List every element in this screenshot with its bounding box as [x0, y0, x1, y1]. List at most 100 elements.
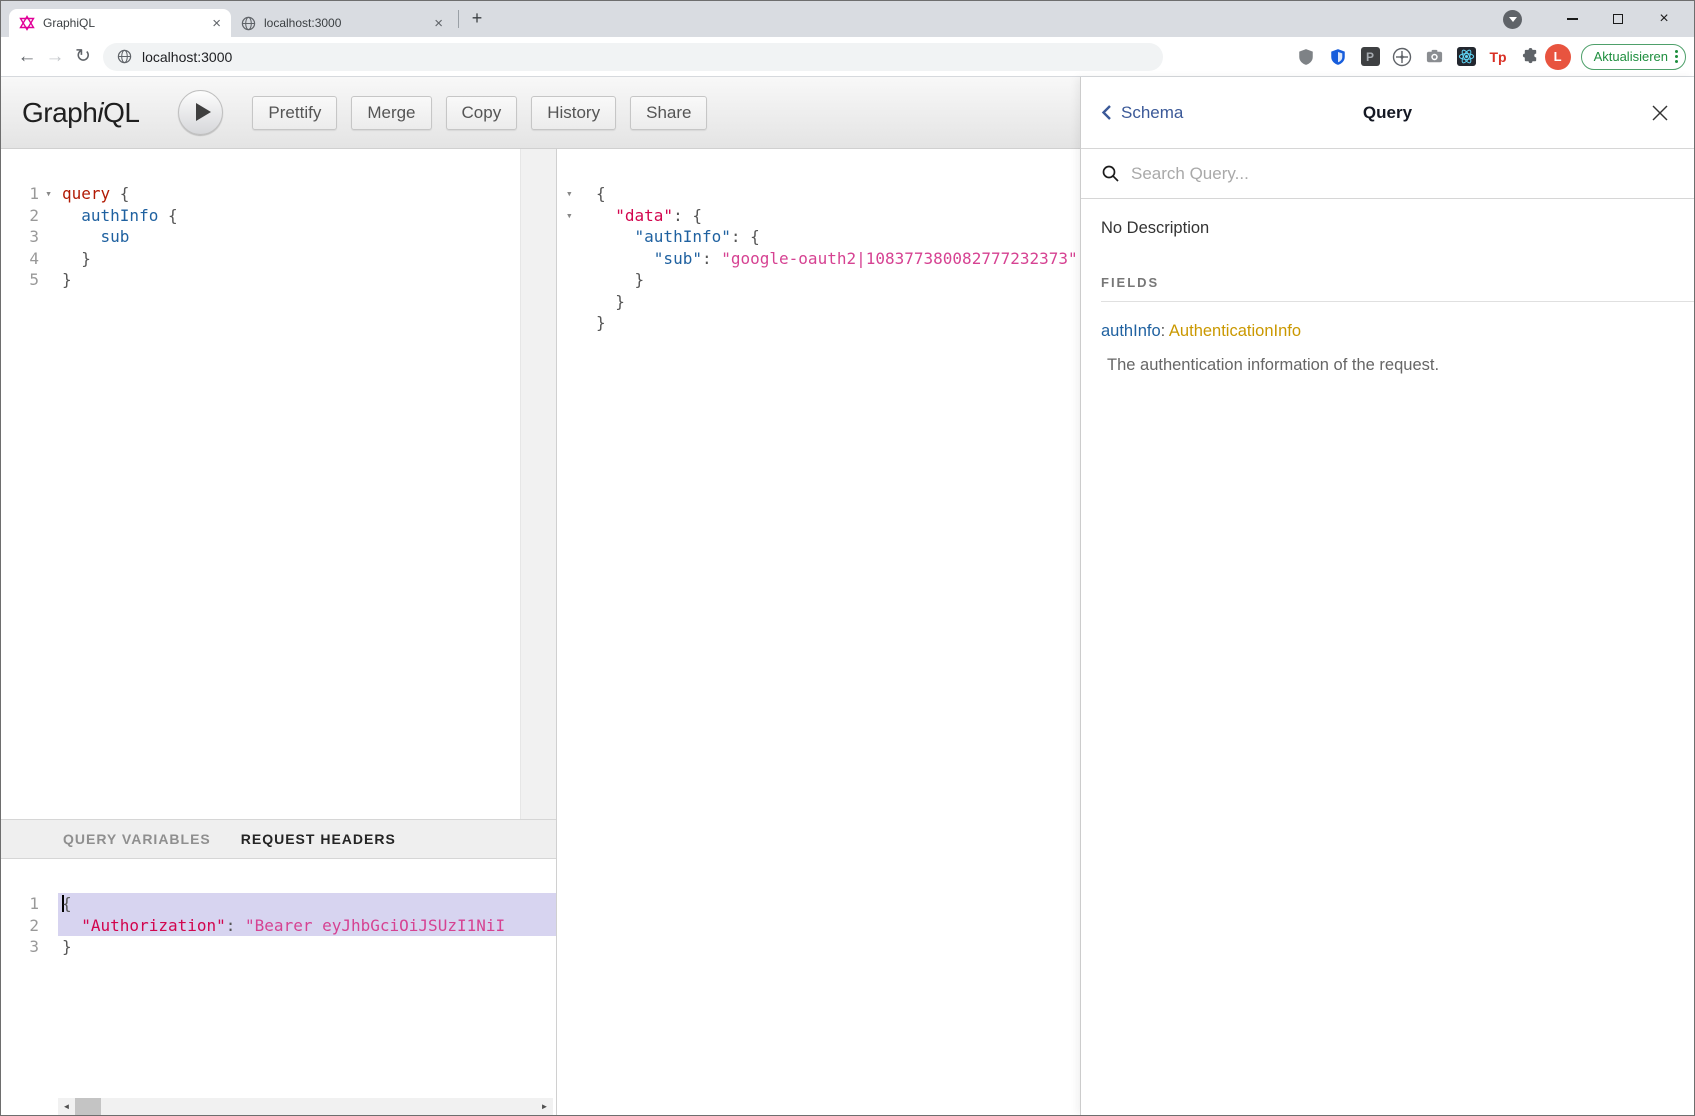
reload-icon[interactable]: ↻: [69, 45, 97, 68]
code-text: "data": {: [592, 205, 1080, 227]
url-text: localhost:3000: [142, 49, 232, 65]
execute-query-button[interactable]: [178, 90, 223, 135]
request-headers-editor[interactable]: 1{2 "Authorization": "Bearer eyJhbGciOiJ…: [1, 859, 556, 1115]
prettify-button[interactable]: Prettify: [252, 96, 337, 130]
line-number: 1: [1, 183, 39, 205]
menu-kebab-icon[interactable]: [1675, 50, 1678, 63]
fold-gutter: [39, 205, 58, 227]
camera-icon[interactable]: [1424, 46, 1445, 67]
tab-request-headers[interactable]: REQUEST HEADERS: [241, 831, 396, 847]
profile-avatar[interactable]: L: [1545, 44, 1571, 70]
browser-window: GraphiQL × localhost:3000 × + × ← → ↻ lo…: [0, 0, 1695, 1116]
query-code[interactable]: 1▾query {2 authInfo {3 sub4 }5}: [1, 149, 556, 291]
new-tab-button[interactable]: +: [464, 6, 490, 32]
scroll-right-icon[interactable]: ►: [536, 1102, 553, 1111]
tab-close-icon[interactable]: ×: [212, 16, 221, 31]
merge-button[interactable]: Merge: [351, 96, 431, 130]
search-icon: [1101, 164, 1120, 183]
line-number: 1: [1, 893, 39, 915]
copy-button[interactable]: Copy: [446, 96, 518, 130]
browser-update-icon[interactable]: [1503, 10, 1522, 29]
graphiql-topbar: GraphiQL Prettify Merge Copy History Sha…: [1, 77, 1080, 149]
fold-gutter: [39, 893, 58, 915]
globe-icon: [241, 16, 256, 31]
graphiql-app: GraphiQL Prettify Merge Copy History Sha…: [1, 77, 1694, 1115]
fold-gutter: [557, 269, 592, 291]
headers-code[interactable]: 1{2 "Authorization": "Bearer eyJhbGciOiJ…: [1, 859, 556, 958]
code-line-4[interactable]: 4 }: [1, 248, 556, 270]
tab-localhost[interactable]: localhost:3000 ×: [231, 9, 453, 37]
doc-search-box: [1081, 149, 1694, 199]
ublock-icon[interactable]: [1296, 46, 1317, 67]
update-browser-button[interactable]: Aktualisieren: [1581, 44, 1686, 70]
play-icon: [196, 103, 211, 121]
code-text: }: [592, 312, 1080, 334]
code-text: "sub": "google-oauth2|108377380082777232…: [592, 248, 1080, 270]
minimize-button[interactable]: [1556, 7, 1588, 31]
forward-icon[interactable]: →: [41, 46, 69, 68]
variable-editor-tabbar: QUERY VARIABLES REQUEST HEADERS: [1, 819, 556, 859]
code-line-1[interactable]: 1{: [1, 893, 556, 915]
fold-gutter: [39, 248, 58, 270]
tampermonkey-icon[interactable]: Tp: [1488, 46, 1509, 67]
pane-divider[interactable]: [520, 149, 556, 819]
share-button[interactable]: Share: [630, 96, 707, 130]
react-devtools-icon[interactable]: [1456, 46, 1477, 67]
doc-search-input[interactable]: [1131, 164, 1674, 184]
code-line-1[interactable]: 1▾query {: [1, 183, 556, 205]
field-description: The authentication information of the re…: [1101, 356, 1674, 375]
code-line-7: }: [557, 312, 1080, 334]
line-number: 2: [1, 915, 39, 937]
p-extension-icon[interactable]: P: [1360, 46, 1381, 67]
fold-toggle-icon[interactable]: ▾: [39, 183, 58, 205]
code-line-2[interactable]: 2 authInfo {: [1, 205, 556, 227]
doc-content: No Description FIELDS authInfo: Authenti…: [1081, 199, 1694, 395]
browser-toolbar: ← → ↻ localhost:3000 P: [1, 37, 1694, 77]
query-pane: 1▾query {2 authInfo {3 sub4 }5} QUERY VA…: [1, 149, 557, 1115]
move-crosshair-icon[interactable]: [1392, 46, 1413, 67]
horizontal-scrollbar[interactable]: ◄ ►: [58, 1098, 553, 1115]
doc-close-button[interactable]: [1650, 103, 1670, 123]
fold-toggle-icon[interactable]: ▾: [557, 205, 592, 227]
tab-graphiql[interactable]: GraphiQL ×: [9, 9, 231, 37]
code-line-2[interactable]: 2 "Authorization": "Bearer eyJhbGciOiJSU…: [1, 915, 556, 937]
tab-close-icon[interactable]: ×: [434, 16, 443, 31]
extensions-row: P Tp: [1296, 46, 1541, 67]
field-type-link[interactable]: AuthenticationInfo: [1169, 322, 1301, 340]
scroll-left-icon[interactable]: ◄: [58, 1102, 75, 1111]
code-line-1: ▾{: [557, 183, 1080, 205]
bitwarden-icon[interactable]: [1328, 46, 1349, 67]
toolbar-buttons: Prettify Merge Copy History Share: [252, 96, 707, 130]
address-bar[interactable]: localhost:3000: [103, 43, 1163, 71]
extensions-puzzle-icon[interactable]: [1520, 46, 1541, 67]
graphiql-workspace: GraphiQL Prettify Merge Copy History Sha…: [1, 77, 1080, 1115]
chevron-left-icon: [1101, 104, 1112, 121]
fold-gutter: [39, 226, 58, 248]
tab-title: localhost:3000: [264, 16, 434, 30]
window-close-button[interactable]: ×: [1648, 7, 1680, 31]
code-line-3[interactable]: 3}: [1, 936, 556, 958]
tab-title: GraphiQL: [43, 16, 212, 30]
scrollbar-thumb[interactable]: [75, 1098, 101, 1115]
fields-heading: FIELDS: [1101, 275, 1694, 302]
history-button[interactable]: History: [531, 96, 616, 130]
code-line-3[interactable]: 3 sub: [1, 226, 556, 248]
field-name-link[interactable]: authInfo: [1101, 322, 1161, 340]
back-icon[interactable]: ←: [13, 46, 41, 68]
code-text: "Authorization": "Bearer eyJhbGciOiJSUzI…: [58, 915, 556, 937]
code-text: {: [58, 893, 556, 915]
tab-query-variables[interactable]: QUERY VARIABLES: [63, 831, 211, 847]
code-line-5[interactable]: 5}: [1, 269, 556, 291]
line-number: 3: [1, 226, 39, 248]
fold-gutter: [39, 936, 58, 958]
fold-gutter: [39, 915, 58, 937]
code-text: }: [58, 936, 556, 958]
no-description-text: No Description: [1101, 219, 1674, 238]
query-editor[interactable]: 1▾query {2 authInfo {3 sub4 }5}: [1, 149, 556, 819]
doc-back-link[interactable]: Schema: [1101, 103, 1183, 123]
site-info-globe-icon[interactable]: [117, 49, 132, 64]
doc-explorer-header: Query Schema: [1081, 77, 1694, 149]
fold-gutter: [39, 269, 58, 291]
fold-toggle-icon[interactable]: ▾: [557, 183, 592, 205]
maximize-button[interactable]: [1602, 7, 1634, 31]
